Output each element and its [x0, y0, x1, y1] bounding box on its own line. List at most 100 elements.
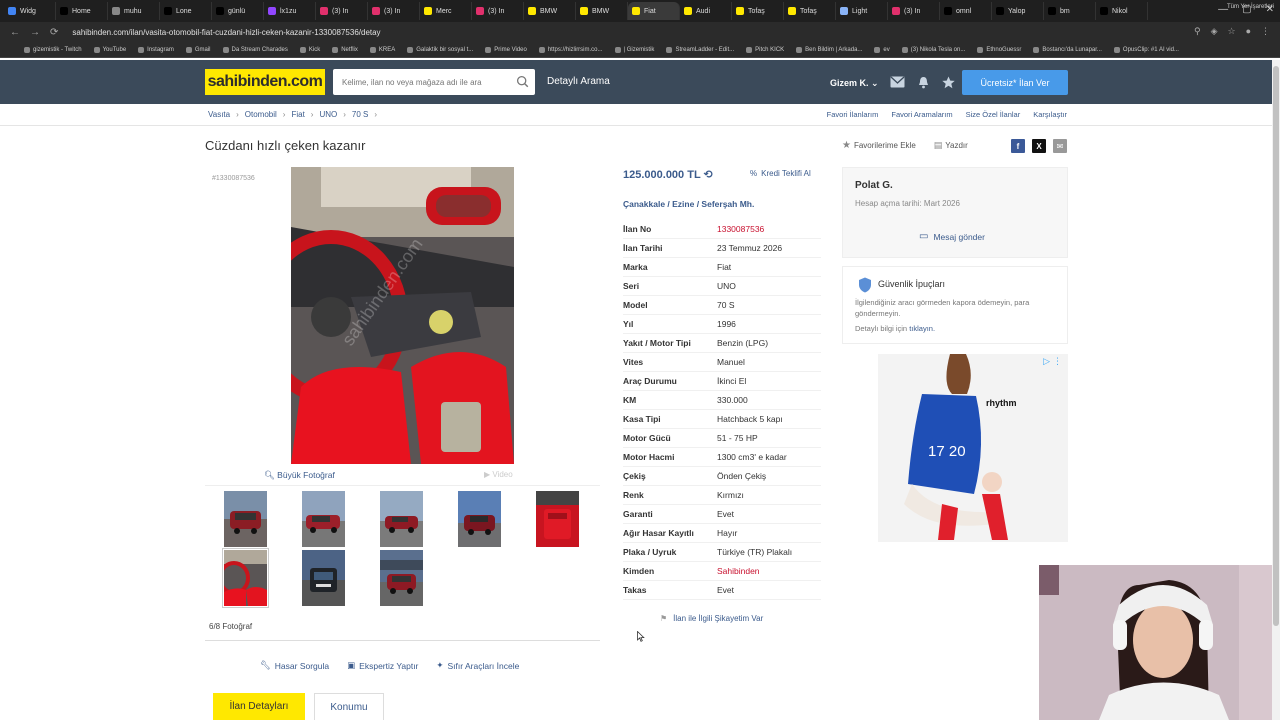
browser-tab[interactable]: bm — [1044, 2, 1096, 20]
tab-location[interactable]: Konumu — [314, 693, 384, 720]
breadcrumb-item[interactable]: Vasıta — [208, 110, 230, 119]
thumbnail-3[interactable] — [380, 491, 423, 547]
browser-tab[interactable]: Audi — [680, 2, 732, 20]
browser-tab[interactable]: (3) In — [888, 2, 940, 20]
bell-icon[interactable] — [917, 76, 930, 89]
scrollbar-thumb[interactable] — [1273, 66, 1279, 626]
bookmark-item[interactable]: OpusClip: #1 AI vid... — [1113, 46, 1179, 53]
browser-tab[interactable]: lx1zu — [264, 2, 316, 20]
spec-value[interactable]: Sahibinden — [717, 566, 760, 576]
send-message-button[interactable]: ▭ Mesaj gönder — [919, 231, 985, 242]
breadcrumb-item[interactable]: Fiat — [291, 110, 304, 119]
bookmark-item[interactable]: StreamLadder - Edit... — [666, 46, 734, 53]
mail-icon[interactable] — [890, 76, 905, 88]
tab-ad-details[interactable]: İlan Detayları — [213, 693, 305, 720]
thumbnail-2[interactable] — [302, 491, 345, 547]
post-ad-button[interactable]: Ücretsiz* İlan Ver — [962, 70, 1068, 95]
credit-offer-link[interactable]: % Kredi Teklifi Al — [750, 169, 811, 178]
top-link[interactable]: Karşılaştır — [1033, 110, 1067, 119]
bookmark-item[interactable]: Ben Bildim | Arkada... — [796, 46, 862, 53]
star-icon[interactable] — [942, 76, 955, 89]
user-menu[interactable]: Gizem K. ⌄ — [830, 78, 879, 89]
add-favorite-button[interactable]: ★ Favorilerime Ekle — [842, 140, 916, 151]
expertise-button[interactable]: ▣ Ekspertiz Yaptır — [347, 660, 418, 671]
browser-tab[interactable]: Yalop — [992, 2, 1044, 20]
bookmark-item[interactable]: ev — [874, 46, 890, 53]
browser-tab[interactable]: muhu — [108, 2, 160, 20]
browser-tab[interactable]: Tofaş — [732, 2, 784, 20]
seller-name[interactable]: Polat G. — [855, 180, 893, 191]
ad-options-icon[interactable]: ⋮ — [1053, 356, 1062, 367]
menu-icon[interactable]: ⋮ — [1261, 26, 1270, 37]
site-logo[interactable]: sahibinden.com — [205, 69, 325, 95]
browser-tab[interactable]: Widg — [4, 2, 56, 20]
thumbnail-6-selected[interactable] — [222, 548, 269, 608]
url-field[interactable]: sahibinden.com/ilan/vasita-otomobil-fiat… — [72, 28, 380, 37]
thumbnail-8[interactable] — [380, 550, 423, 606]
browser-tab[interactable]: (3) In — [472, 2, 524, 20]
extension-icon[interactable]: ◈ — [1211, 26, 1218, 37]
browser-tab[interactable]: Fiat — [628, 2, 680, 20]
top-link[interactable]: Size Özel İlanlar — [966, 110, 1021, 119]
bookmark-item[interactable]: Netflix — [332, 46, 358, 53]
new-cars-button[interactable]: ✦ Sıfır Araçları İncele — [436, 660, 519, 671]
browser-tab[interactable]: Tofaş — [784, 2, 836, 20]
reload-icon[interactable]: ⟳ — [50, 27, 58, 38]
safety-more-link[interactable]: tıklayın. — [909, 324, 935, 333]
browser-tab[interactable]: omnl — [940, 2, 992, 20]
bookmark-item[interactable]: Galaktik bir sosyal t... — [407, 46, 473, 53]
breadcrumb-item[interactable]: UNO — [319, 110, 337, 119]
adchoices-icon[interactable]: ▷ — [1043, 356, 1050, 367]
bookmark-item[interactable]: Gmail — [185, 46, 211, 53]
location[interactable]: Çanakkale / Ezine / Seferşah Mh. — [623, 199, 754, 209]
browser-tab[interactable]: BMW — [524, 2, 576, 20]
search-icon[interactable] — [516, 75, 529, 88]
browser-tab[interactable]: BMW — [576, 2, 628, 20]
bookmark-item[interactable]: Prime Video — [485, 46, 527, 53]
forward-icon[interactable]: → — [30, 27, 40, 38]
detailed-search-link[interactable]: Detaylı Arama — [547, 76, 610, 87]
thumbnail-1[interactable] — [224, 491, 267, 547]
browser-tab[interactable]: (3) In — [316, 2, 368, 20]
bookmark-item[interactable]: Instagram — [138, 46, 174, 53]
damage-query-button[interactable]: 🔧︎ Hasar Sorgula — [260, 660, 329, 671]
bookmark-item[interactable]: (3) Nikola Tesla on... — [901, 46, 965, 53]
zoom-icon[interactable]: ⚲ — [1194, 26, 1201, 37]
print-button[interactable]: ▤ Yazdır — [934, 140, 968, 151]
bookmark-item[interactable]: Kick — [299, 46, 320, 53]
big-photo-button[interactable]: 🔍︎ Büyük Fotoğraf — [264, 470, 335, 481]
main-photo[interactable]: sahibinden.com — [291, 167, 514, 464]
bookmark-item[interactable]: EthnoGuessr — [977, 46, 1021, 53]
back-icon[interactable]: ← — [10, 27, 20, 38]
browser-tab[interactable]: Merc — [420, 2, 472, 20]
bookmark-item[interactable]: Da Stream Charades — [222, 46, 288, 53]
breadcrumb-item[interactable]: 70 S — [352, 110, 368, 119]
top-link[interactable]: Favori Aramalarım — [891, 110, 952, 119]
browser-tab[interactable]: (3) In — [368, 2, 420, 20]
browser-tab[interactable]: Nikol — [1096, 2, 1148, 20]
bookmark-item[interactable]: Pitch KICK — [746, 46, 784, 53]
bookmark-item[interactable]: KREA — [369, 46, 395, 53]
all-bookmarks[interactable]: Tüm Yer İşaretleri — [1227, 4, 1274, 10]
bookmark-item[interactable]: YouTube — [93, 46, 126, 53]
thumbnail-4[interactable] — [458, 491, 501, 547]
bookmark-item[interactable]: Bostancı'da Lunapar... — [1033, 46, 1102, 53]
ad-banner[interactable]: 17 20 ▷ ⋮ — [842, 354, 1068, 542]
spec-value[interactable]: 1330087536 — [717, 224, 764, 234]
page-scrollbar[interactable] — [1272, 60, 1280, 720]
bookmark-star-icon[interactable]: ☆ — [1227, 26, 1235, 37]
top-link[interactable]: Favori İlanlarım — [827, 110, 879, 119]
bookmark-item[interactable]: | Gizemistik — [614, 46, 654, 53]
bookmark-item[interactable]: https://hizlirrsim.co... — [538, 46, 603, 53]
complaint-link[interactable]: ⚑ İlan ile İlgili Şikayetim Var — [660, 614, 763, 623]
thumbnail-5[interactable] — [536, 491, 579, 547]
breadcrumb-item[interactable]: Otomobil — [245, 110, 277, 119]
x-icon[interactable]: X — [1032, 139, 1046, 153]
thumbnail-7[interactable] — [302, 550, 345, 606]
facebook-icon[interactable]: f — [1011, 139, 1025, 153]
browser-tab[interactable]: günlü — [212, 2, 264, 20]
browser-tab[interactable]: Lone — [160, 2, 212, 20]
video-button[interactable]: ▶ Video — [484, 470, 513, 479]
email-share-icon[interactable]: ✉ — [1053, 139, 1067, 153]
history-icon[interactable]: ⟲ — [704, 169, 713, 181]
